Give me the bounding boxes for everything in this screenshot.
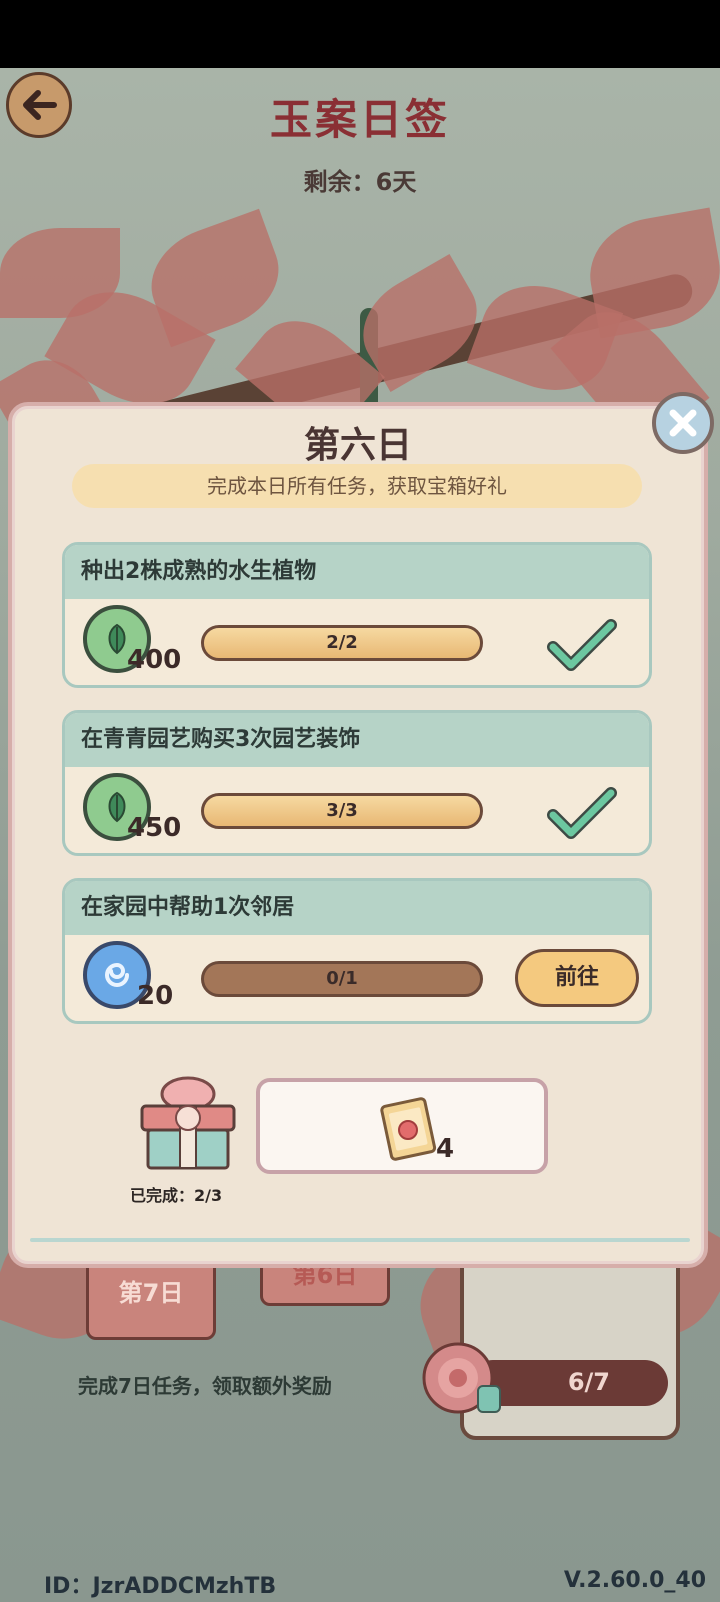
day-7-label: 第7日 — [118, 1279, 184, 1307]
divider — [30, 1238, 690, 1242]
task-card-2: 在青青园艺购买3次园艺装饰 450 3/3 — [62, 710, 652, 856]
dialog-subtitle: 完成本日所有任务，获取宝箱好礼 — [72, 464, 642, 508]
player-id: ID：JzrADDCMzhTB — [44, 1574, 277, 1599]
checkmark-icon — [547, 619, 617, 671]
task-progress-bar: 2/2 — [201, 625, 483, 661]
go-button[interactable]: 前往 — [515, 949, 639, 1007]
flower-icon — [422, 1342, 501, 1414]
status-bar — [0, 0, 720, 68]
task-progress-bar: 0/1 — [201, 961, 483, 997]
task-title: 在家园中帮助1次邻居 — [65, 881, 649, 935]
scroll-icon — [380, 1097, 437, 1161]
app-version: V.2.60.0_40 — [563, 1568, 706, 1593]
dialog-title: 第六日 — [303, 425, 412, 466]
reward-qty: 400 — [127, 645, 182, 675]
task-title: 种出2株成熟的水生植物 — [65, 545, 649, 599]
task-progress-bar: 3/3 — [201, 793, 483, 829]
chest-reward-box: 4 — [256, 1078, 548, 1174]
close-button[interactable] — [652, 392, 714, 454]
chest-progress-text: 已完成：2/3 — [130, 1186, 223, 1205]
bonus-hint: 完成7日任务，领取额外奖励 — [78, 1374, 332, 1398]
checkmark-icon — [547, 787, 617, 839]
chest-reward-qty: 4 — [436, 1134, 455, 1164]
close-icon — [669, 409, 697, 437]
progress-text: 0/1 — [326, 968, 358, 989]
task-title: 在青青园艺购买3次园艺装饰 — [65, 713, 649, 767]
bonus-progress-text: 6/7 — [567, 1368, 610, 1396]
progress-text: 3/3 — [326, 800, 358, 821]
progress-text: 2/2 — [326, 632, 358, 653]
page-title: 玉案日签 — [269, 95, 450, 144]
task-card-3: 在家园中帮助1次邻居 20 0/1 前往 — [62, 878, 652, 1024]
day-task-dialog: 第六日 完成本日所有任务，获取宝箱好礼 种出2株成熟的水生植物 400 2/2 … — [8, 402, 708, 1268]
reward-qty: 20 — [137, 981, 174, 1011]
gift-chest-icon[interactable] — [136, 1068, 240, 1172]
remaining-days: 剩余：6天 — [303, 168, 417, 196]
reward-qty: 450 — [127, 813, 182, 843]
task-card-1: 种出2株成熟的水生植物 400 2/2 — [62, 542, 652, 688]
